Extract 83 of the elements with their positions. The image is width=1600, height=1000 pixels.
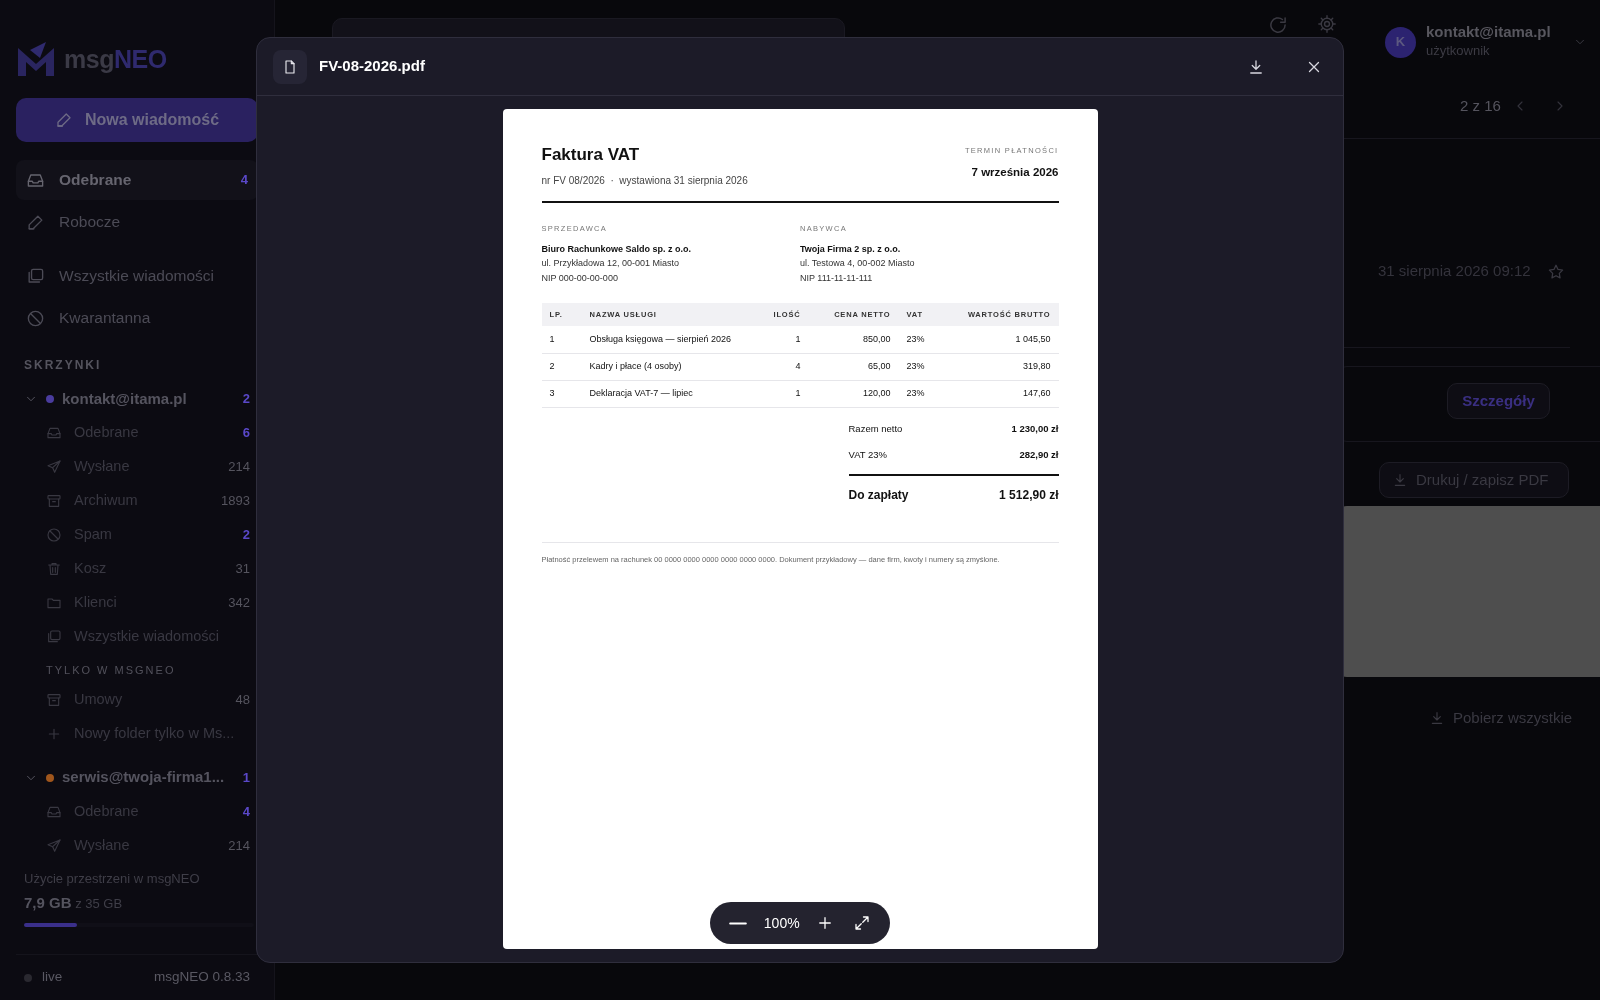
party-name: Biuro Rachunkowe Saldo sp. z o.o. <box>541 242 692 256</box>
zoom-level: 100% <box>763 913 800 933</box>
table-cell: 23% <box>898 326 949 354</box>
logo-icon <box>16 42 56 78</box>
table-cell: 1 <box>758 380 809 408</box>
stacked-pages-icon <box>26 266 45 286</box>
table-cell: 65,00 <box>808 353 899 381</box>
paper-plane-icon <box>46 837 62 854</box>
folder-count: 6 <box>242 424 250 443</box>
table-cell: Kadry i płace (4 osoby) <box>581 353 759 381</box>
table-cell: Deklaracja VAT-7 — lipiec <box>581 380 759 408</box>
folder-icon <box>46 595 62 611</box>
folder-count: 214 <box>228 458 250 477</box>
blocked-icon <box>46 527 62 543</box>
folder-count: 48 <box>235 690 250 709</box>
nav-item[interactable]: Robocze <box>16 202 258 242</box>
table-cell: 23% <box>898 353 949 381</box>
status-text: live <box>42 968 63 987</box>
nav-item[interactable]: Kwarantanna <box>16 298 258 338</box>
document-meta: nr FV 08/2026 · wystawiona 31 sierpnia 2026 <box>541 174 748 189</box>
section-heading: SKRZYNKI <box>24 357 103 374</box>
file-icon <box>282 58 298 75</box>
archive-box-icon <box>46 493 62 509</box>
pencil-icon <box>54 111 73 129</box>
document-title: Faktura VAT <box>541 145 641 166</box>
total-value: 1 230,00 zł <box>1011 421 1059 436</box>
total-label: VAT 23% <box>848 448 888 463</box>
unread-count: 1 <box>242 768 250 787</box>
folder-count: 2 <box>242 526 250 545</box>
total-label: Do zapłaty <box>848 487 909 505</box>
folder-count: 342 <box>228 594 250 613</box>
inbox-icon <box>46 425 62 441</box>
table-cell: 1 <box>541 326 582 354</box>
nav-item[interactable]: Odebrane 4 <box>16 160 258 200</box>
table-cell: 1 <box>758 326 809 354</box>
table-cell: Obsługa księgowa — sierpień 2026 <box>581 326 759 354</box>
unread-count: 2 <box>242 390 250 409</box>
table-cell: 3 <box>541 380 582 408</box>
party-detail: ul. Testowa 4, 00-002 Miasto <box>800 257 916 271</box>
file-name: FV-08-2026.pdf <box>319 56 425 77</box>
compose-button[interactable]: Nowa wiadomość <box>16 98 258 142</box>
group-heading: TYLKO W MSGNEO <box>46 663 177 678</box>
party-name: Twoja Firma 2 sp. z o.o. <box>800 242 902 256</box>
trash-icon <box>46 561 62 577</box>
version-text: msgNEO 0.8.33 <box>153 968 250 987</box>
folder-count: 31 <box>235 560 250 579</box>
total-value: 1 512,90 zł <box>999 487 1059 505</box>
archive-box-icon <box>46 691 62 708</box>
table-cell: 850,00 <box>808 326 899 354</box>
download-icon <box>1429 710 1445 727</box>
total-label: Razem netto <box>848 421 903 436</box>
paper-plane-icon <box>46 459 62 475</box>
table-cell: 4 <box>758 353 809 381</box>
party-detail: ul. Przykładowa 12, 00-001 Miasto <box>541 257 681 271</box>
user-email: kontakt@itama.pl <box>1426 24 1551 41</box>
expand-icon <box>852 914 871 932</box>
settings-icon <box>1318 15 1336 33</box>
blocked-icon <box>26 308 45 328</box>
due-date: 7 września 2026 <box>970 165 1059 181</box>
status-dot <box>24 973 32 982</box>
folder-count: 4 <box>242 802 250 821</box>
table-cell: 120,00 <box>808 380 899 408</box>
total-value: 282,90 zł <box>1019 448 1059 463</box>
party-detail: NIP 111-11-11-111 <box>800 271 874 285</box>
pager-text: 2 z 16 <box>1460 96 1501 116</box>
party-detail: NIP 000-00-00-000 <box>541 271 619 285</box>
table-cell: 319,80 <box>948 353 1059 381</box>
folder-count: 1893 <box>221 492 250 511</box>
table-cell: 2 <box>541 353 582 381</box>
folder-count: 214 <box>228 836 250 855</box>
table-cell: 1 045,50 <box>948 326 1059 354</box>
details-button[interactable]: Szczegóły <box>1447 383 1550 419</box>
stacked-pages-icon <box>46 629 62 645</box>
account-header[interactable]: kontakt@itama.pl 2 <box>16 382 258 416</box>
user-role: użytkownik <box>1426 41 1491 60</box>
minus-icon <box>729 920 748 926</box>
nav-item[interactable]: Wszystkie wiadomości <box>16 256 258 296</box>
account-header[interactable]: serwis@twoja-firma1... 1 <box>16 760 258 795</box>
refresh-icon <box>1270 17 1286 33</box>
table-cell: 23% <box>898 380 949 408</box>
unread-count: 4 <box>240 171 248 190</box>
download-icon <box>1392 472 1408 488</box>
table-cell: 147,60 <box>948 380 1059 408</box>
